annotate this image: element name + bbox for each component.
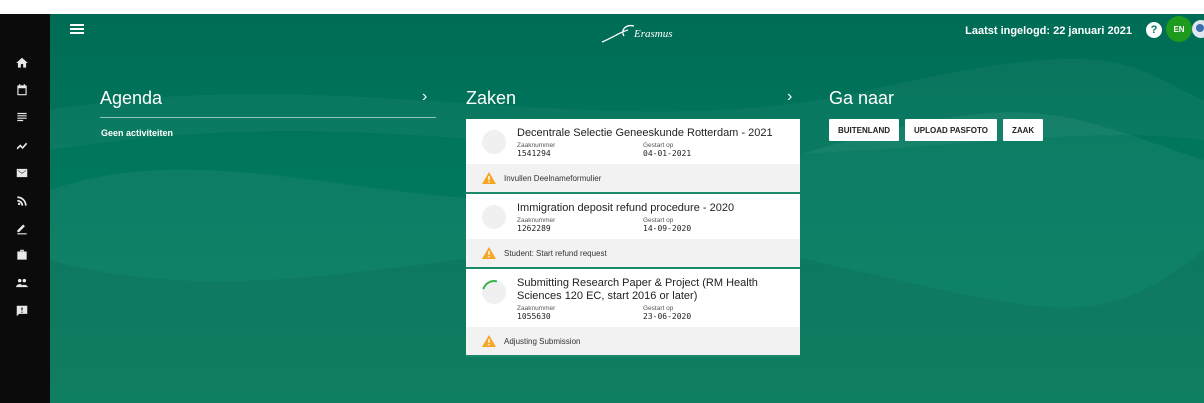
warning-icon — [482, 247, 496, 259]
case-summary[interactable]: Decentrale Selectie Geneeskunde Rotterda… — [466, 119, 800, 164]
sidebar-item-group[interactable] — [10, 272, 34, 294]
top-strip — [50, 0, 1204, 14]
case-task-label: Adjusting Submission — [504, 336, 581, 346]
sidebar-item-trend[interactable] — [10, 134, 34, 156]
case-task-label: Invullen Deelnameformulier — [504, 173, 602, 183]
case-summary[interactable]: Submitting Research Paper & Project (RM … — [466, 269, 800, 327]
zaken-title: Zaken — [466, 88, 517, 108]
briefcase-icon — [17, 249, 27, 260]
case-started-date: 14-09-2020 — [643, 224, 692, 233]
case-meta: Zaaknummer 1262289 Gestart op 14-09-2020 — [517, 217, 790, 233]
case-card[interactable]: Immigration deposit refund procedure - 2… — [466, 194, 800, 269]
warning-icon — [482, 172, 496, 184]
case-started-label: Gestart op — [643, 217, 674, 224]
case-number: 1055630 — [517, 312, 551, 321]
case-meta: Zaaknummer 1055630 Gestart op 23-06-2020 — [517, 305, 790, 321]
case-started-label: Gestart op — [643, 142, 674, 149]
case-title: Submitting Research Paper & Project (RM … — [517, 277, 758, 302]
user-avatar-icon[interactable] — [1192, 20, 1204, 38]
trend-icon — [16, 142, 28, 150]
svg-text:Erasmus: Erasmus — [633, 28, 673, 40]
case-summary[interactable]: Immigration deposit refund procedure - 2… — [466, 194, 800, 239]
case-list: Decentrale Selectie Geneeskunde Rotterda… — [466, 119, 800, 403]
warning-icon — [482, 335, 496, 347]
sidebar-item-feedback[interactable] — [10, 300, 34, 322]
buitenland-button[interactable]: BUITENLAND — [829, 119, 899, 141]
sidebar-item-edit[interactable] — [10, 217, 34, 239]
sidebar-item-home[interactable] — [10, 52, 34, 74]
case-title: Decentrale Selectie Geneeskunde Rotterda… — [517, 127, 773, 139]
agenda-chevron-right-icon[interactable]: › — [422, 88, 427, 106]
case-task[interactable]: Invullen Deelnameformulier — [466, 164, 800, 192]
help-button[interactable]: ? — [1146, 22, 1162, 38]
group-icon — [16, 278, 28, 288]
case-number: 1541294 — [517, 149, 551, 158]
case-number-label: Zaaknummer — [517, 142, 556, 149]
agenda-divider — [100, 117, 436, 118]
case-number: 1262289 — [517, 224, 551, 233]
mail-icon — [16, 168, 28, 178]
case-task-label: Student: Start refund request — [504, 248, 607, 258]
menu-button[interactable] — [70, 24, 84, 34]
agenda-title: Agenda — [100, 88, 163, 108]
list-icon — [17, 112, 27, 122]
sidebar-item-list[interactable] — [10, 106, 34, 128]
case-card[interactable]: Decentrale Selectie Geneeskunde Rotterda… — [466, 119, 800, 194]
goto-button-group: BUITENLAND UPLOAD PASFOTO ZAAK — [829, 119, 1044, 141]
calendar-icon — [17, 84, 27, 96]
case-title: Immigration deposit refund procedure - 2… — [517, 202, 735, 214]
sidebar-item-rss[interactable] — [10, 190, 34, 212]
language-toggle[interactable]: EN — [1166, 16, 1192, 42]
sidebar-item-mail[interactable] — [10, 162, 34, 184]
edit-icon — [17, 224, 27, 235]
sidebar-top-strip — [0, 0, 50, 14]
case-meta: Zaaknummer 1541294 Gestart op 04-01-2021 — [517, 142, 790, 158]
home-icon — [16, 57, 28, 68]
zaak-button[interactable]: ZAAK — [1002, 119, 1044, 141]
sidebar-item-calendar[interactable] — [10, 79, 34, 101]
case-status-circle — [482, 205, 506, 229]
agenda-empty-text: Geen activiteiten — [101, 128, 174, 138]
rss-icon — [17, 196, 27, 206]
case-started-date: 23-06-2020 — [643, 312, 692, 321]
sidebar — [0, 0, 50, 403]
hamburger-icon — [70, 24, 84, 26]
case-card[interactable]: Submitting Research Paper & Project (RM … — [466, 269, 800, 357]
case-number-label: Zaaknummer — [517, 217, 556, 224]
case-task[interactable]: Student: Start refund request — [466, 239, 800, 267]
last-login-text: Laatst ingelogd: 22 januari 2021 — [965, 25, 1132, 37]
feedback-icon — [16, 305, 28, 317]
zaken-chevron-right-icon[interactable]: › — [787, 88, 792, 106]
upload-pasfoto-button[interactable]: UPLOAD PASFOTO — [905, 119, 997, 141]
goto-title: Ga naar — [829, 88, 895, 108]
case-status-circle — [482, 130, 506, 154]
erasmus-logo: Erasmus — [601, 24, 673, 43]
case-progress-circle — [482, 280, 506, 304]
question-icon: ? — [1150, 24, 1158, 36]
case-started-label: Gestart op — [643, 305, 674, 312]
case-number-label: Zaaknummer — [517, 305, 556, 312]
case-task[interactable]: Adjusting Submission — [466, 327, 800, 355]
sidebar-item-briefcase[interactable] — [10, 244, 34, 266]
app-window: Erasmus Laatst ingelogd: 22 januari 2021… — [0, 0, 1204, 403]
case-started-date: 04-01-2021 — [643, 149, 692, 158]
